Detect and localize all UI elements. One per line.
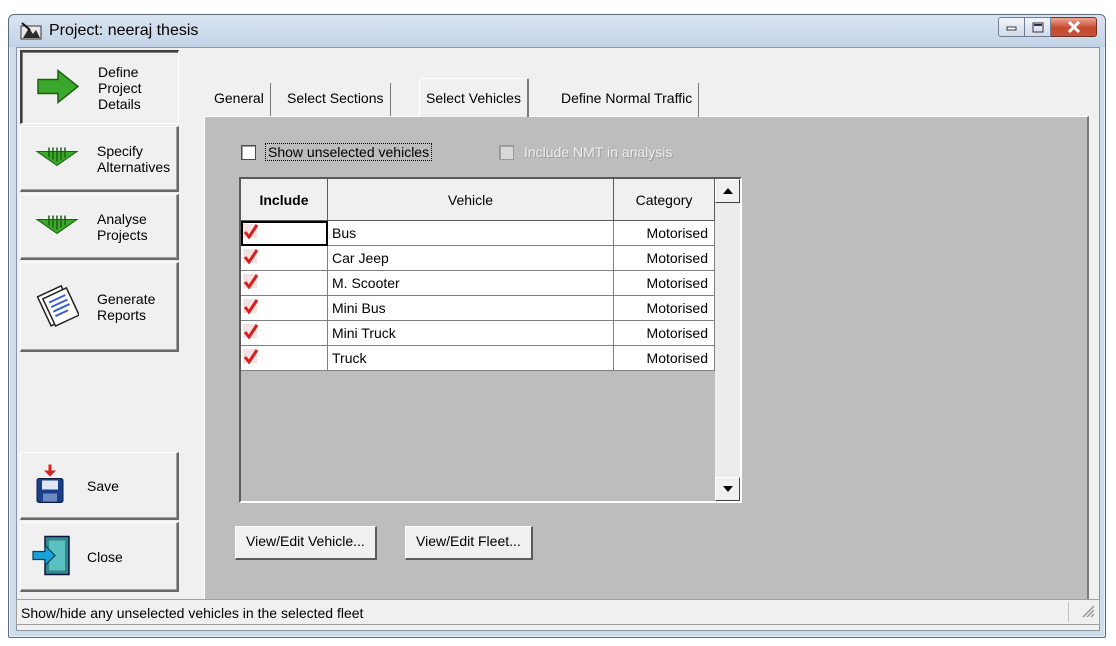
category-cell[interactable]: Motorised	[614, 246, 715, 271]
vehicle-cell[interactable]: Truck	[328, 346, 614, 371]
view-edit-fleet-button[interactable]: View/Edit Fleet...	[405, 526, 533, 560]
checkbox-box[interactable]	[241, 144, 256, 160]
checkmark-icon	[243, 299, 259, 315]
table-row[interactable]: Mini Bus Motorised	[241, 296, 717, 321]
close-label: Close	[87, 548, 123, 565]
reports-icon	[35, 283, 81, 330]
include-cell[interactable]	[241, 346, 328, 371]
tab-general[interactable]: General	[208, 83, 271, 117]
column-header-vehicle[interactable]: Vehicle	[328, 179, 614, 221]
include-cell[interactable]	[241, 221, 328, 246]
table-row[interactable]: Truck Motorised	[241, 346, 717, 371]
title-bar[interactable]: Project: neeraj thesis	[9, 15, 1105, 47]
nav-generate-reports[interactable]: Generate Reports	[20, 262, 179, 352]
project-window: Project: neeraj thesis Define Project De…	[8, 14, 1106, 638]
vehicle-cell[interactable]: Mini Truck	[328, 321, 614, 346]
grid-body: Include Vehicle Category Bus Motorised C…	[241, 179, 717, 501]
include-cell[interactable]	[241, 296, 328, 321]
save-disk-icon	[35, 464, 65, 507]
exit-door-icon	[31, 533, 75, 580]
category-cell[interactable]: Motorised	[614, 346, 715, 371]
vehicle-grid[interactable]: Include Vehicle Category Bus Motorised C…	[239, 177, 742, 503]
category-cell[interactable]: Motorised	[614, 271, 715, 296]
close-window-button[interactable]	[1051, 17, 1097, 37]
vehicle-cell[interactable]: Bus	[328, 221, 614, 246]
category-cell[interactable]: Motorised	[614, 221, 715, 246]
table-row[interactable]: Mini Truck Motorised	[241, 321, 717, 346]
include-cell[interactable]	[241, 271, 328, 296]
view-edit-vehicle-button[interactable]: View/Edit Vehicle...	[235, 526, 377, 560]
table-row[interactable]: Car Jeep Motorised	[241, 246, 717, 271]
minimize-icon	[1006, 26, 1016, 31]
category-cell[interactable]: Motorised	[614, 296, 715, 321]
maximize-button[interactable]	[1025, 17, 1051, 37]
green-arrow-down-icon	[35, 145, 79, 172]
include-cell[interactable]	[241, 321, 328, 346]
nav-analyse-projects[interactable]: Analyse Projects	[20, 194, 179, 260]
vehicle-cell[interactable]: Car Jeep	[328, 246, 614, 271]
scroll-up-icon	[722, 188, 733, 194]
green-arrow-down-icon	[35, 213, 79, 240]
status-divider	[1068, 602, 1069, 622]
checkmark-icon	[243, 349, 259, 365]
green-arrow-right-icon	[36, 68, 80, 107]
window-title: Project: neeraj thesis	[49, 22, 199, 39]
close-icon	[1067, 21, 1080, 33]
show-unselected-label: Show unselected vehicles	[264, 143, 433, 161]
table-row[interactable]: Bus Motorised	[241, 221, 717, 246]
minimize-button[interactable]	[998, 17, 1025, 37]
vehicle-cell[interactable]: Mini Bus	[328, 296, 614, 321]
column-header-category[interactable]: Category	[614, 179, 715, 221]
status-bar: Show/hide any unselected vehicles in the…	[16, 599, 1100, 625]
maximize-icon	[1032, 22, 1043, 32]
close-button[interactable]: Close	[20, 522, 179, 592]
category-cell[interactable]: Motorised	[614, 321, 715, 346]
checkmark-icon	[243, 224, 259, 240]
client-area: Define Project Details Specify Alternati…	[16, 47, 1100, 631]
tab-define-normal-traffic[interactable]: Define Normal Traffic	[555, 83, 700, 117]
include-cell[interactable]	[241, 246, 328, 271]
tab-select-sections[interactable]: Select Sections	[281, 83, 391, 117]
nav-specify-alternatives[interactable]: Specify Alternatives	[20, 126, 179, 192]
checkmark-icon	[243, 274, 259, 290]
save-label: Save	[87, 477, 119, 494]
checkbox-box	[499, 144, 514, 160]
checkmark-icon	[243, 324, 259, 340]
nav-label: Specify Alternatives	[97, 142, 171, 175]
window-controls	[998, 17, 1097, 37]
show-unselected-checkbox[interactable]: Show unselected vehicles	[241, 143, 433, 161]
nav-define-project-details[interactable]: Define Project Details	[20, 50, 179, 124]
grid-vertical-scrollbar[interactable]	[715, 179, 740, 501]
tab-select-vehicles[interactable]: Select Vehicles	[419, 78, 529, 117]
checkmark-icon	[243, 249, 259, 265]
nav-label: Generate Reports	[97, 290, 156, 323]
scroll-up-button[interactable]	[715, 179, 740, 203]
include-nmt-label: Include NMT in analysis	[524, 144, 673, 160]
vehicle-cell[interactable]: M. Scooter	[328, 271, 614, 296]
scroll-down-icon	[722, 486, 733, 492]
include-nmt-checkbox: Include NMT in analysis	[499, 144, 672, 160]
nav-label: Define Project Details	[98, 63, 142, 112]
status-text: Show/hide any unselected vehicles in the…	[21, 605, 364, 621]
save-button[interactable]: Save	[20, 452, 179, 520]
resize-grip-icon[interactable]	[1081, 604, 1095, 621]
scroll-down-button[interactable]	[715, 477, 740, 501]
table-row[interactable]: M. Scooter Motorised	[241, 271, 717, 296]
column-header-include[interactable]: Include	[241, 179, 328, 221]
nav-label: Analyse Projects	[97, 210, 148, 243]
app-icon	[20, 22, 42, 40]
